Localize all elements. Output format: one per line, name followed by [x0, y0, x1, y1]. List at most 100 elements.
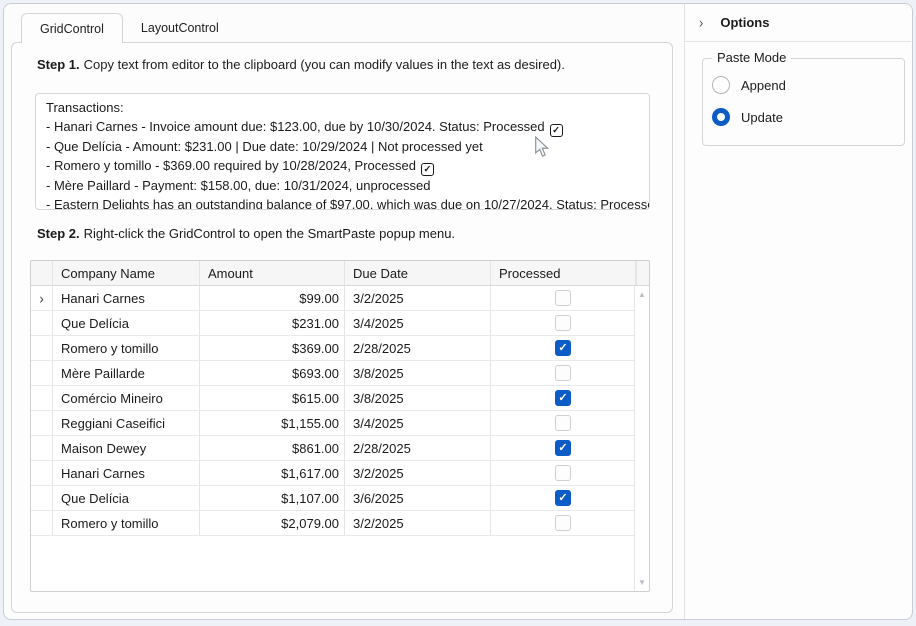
- amount-cell[interactable]: $231.00: [200, 311, 345, 335]
- table-row[interactable]: › Romero y tomillo $369.00 2/28/2025: [31, 336, 649, 361]
- amount-cell[interactable]: $1,617.00: [200, 461, 345, 485]
- processed-cell[interactable]: [491, 286, 636, 310]
- processed-cell[interactable]: [491, 461, 636, 485]
- table-row[interactable]: › Mère Paillarde $693.00 3/8/2025: [31, 361, 649, 386]
- table-row[interactable]: › Romero y tomillo $2,079.00 3/2/2025: [31, 511, 649, 536]
- column-header-company-name[interactable]: Company Name: [53, 261, 200, 285]
- processed-cell[interactable]: [491, 336, 636, 360]
- editor-line-text: - Hanari Carnes - Invoice amount due: $1…: [46, 119, 545, 134]
- due-date-cell[interactable]: 3/6/2025: [345, 486, 491, 510]
- row-indicator-cell: ›: [31, 386, 53, 410]
- company-name-cell[interactable]: Hanari Carnes: [53, 461, 200, 485]
- company-name-cell[interactable]: Comércio Mineiro: [53, 386, 200, 410]
- row-indicator-cell: ›: [31, 411, 53, 435]
- row-indicator-cell: ›: [31, 511, 53, 535]
- due-date-cell[interactable]: 3/4/2025: [345, 411, 491, 435]
- due-date-cell[interactable]: 3/2/2025: [345, 286, 491, 310]
- amount-cell[interactable]: $369.00: [200, 336, 345, 360]
- row-indicator-header: [31, 261, 53, 285]
- scroll-down-icon[interactable]: ▼: [638, 578, 646, 587]
- checked-glyph: ✓: [550, 124, 563, 137]
- due-date-cell[interactable]: 3/4/2025: [345, 311, 491, 335]
- tab-page-gridcontrol: Step 1.Copy text from editor to the clip…: [11, 42, 673, 613]
- tab-gridcontrol[interactable]: GridControl: [21, 13, 123, 43]
- company-name-cell[interactable]: Maison Dewey: [53, 436, 200, 460]
- company-name-cell[interactable]: Romero y tomillo: [53, 511, 200, 535]
- processed-checkbox[interactable]: [555, 440, 571, 456]
- editor-line: - Eastern Delights has an outstanding ba…: [46, 195, 639, 210]
- tab-layoutcontrol[interactable]: LayoutControl: [123, 13, 237, 43]
- processed-cell[interactable]: [491, 436, 636, 460]
- company-name-cell[interactable]: Que Delícia: [53, 311, 200, 335]
- company-name-cell[interactable]: Que Delícia: [53, 486, 200, 510]
- amount-cell[interactable]: $1,155.00: [200, 411, 345, 435]
- processed-checkbox[interactable]: [555, 340, 571, 356]
- grid-header-row: Company Name Amount Due Date Processed: [31, 261, 649, 286]
- mouse-cursor-icon: [534, 136, 550, 163]
- processed-cell[interactable]: [491, 511, 636, 535]
- processed-cell[interactable]: [491, 411, 636, 435]
- amount-cell[interactable]: $99.00: [200, 286, 345, 310]
- processed-checkbox[interactable]: [555, 465, 571, 481]
- amount-cell[interactable]: $1,107.00: [200, 486, 345, 510]
- company-name-cell[interactable]: Romero y tomillo: [53, 336, 200, 360]
- processed-cell[interactable]: [491, 361, 636, 385]
- options-header[interactable]: › Options: [685, 4, 911, 42]
- chevron-right-icon[interactable]: ›: [699, 14, 703, 31]
- due-date-cell[interactable]: 3/2/2025: [345, 461, 491, 485]
- amount-cell[interactable]: $861.00: [200, 436, 345, 460]
- editor-line-text: Transactions:: [46, 100, 124, 115]
- table-row[interactable]: › Reggiani Caseifici $1,155.00 3/4/2025: [31, 411, 649, 436]
- processed-checkbox[interactable]: [555, 365, 571, 381]
- table-row[interactable]: › Hanari Carnes $1,617.00 3/2/2025: [31, 461, 649, 486]
- editor-line: Transactions:✓: [46, 98, 639, 117]
- due-date-cell[interactable]: 3/8/2025: [345, 386, 491, 410]
- processed-checkbox[interactable]: [555, 390, 571, 406]
- paste-mode-radio-option[interactable]: Update: [712, 106, 904, 128]
- options-title: Options: [720, 15, 769, 30]
- table-row[interactable]: › Comércio Mineiro $615.00 3/8/2025: [31, 386, 649, 411]
- tab-strip: GridControl LayoutControl: [21, 13, 237, 43]
- grid-scrollbar[interactable]: ▲ ▼: [634, 286, 649, 591]
- row-indicator-cell: ›: [31, 286, 53, 310]
- company-name-cell[interactable]: Hanari Carnes: [53, 286, 200, 310]
- transactions-editor[interactable]: Transactions:✓- Hanari Carnes - Invoice …: [35, 93, 650, 210]
- company-name-cell[interactable]: Mère Paillarde: [53, 361, 200, 385]
- processed-checkbox[interactable]: [555, 415, 571, 431]
- step2-label: Step 2.: [37, 226, 80, 241]
- column-header-amount[interactable]: Amount: [200, 261, 345, 285]
- due-date-cell[interactable]: 3/8/2025: [345, 361, 491, 385]
- processed-cell[interactable]: [491, 311, 636, 335]
- processed-checkbox[interactable]: [555, 515, 571, 531]
- processed-cell[interactable]: [491, 386, 636, 410]
- due-date-cell[interactable]: 2/28/2025: [345, 436, 491, 460]
- paste-mode-group: Paste Mode Append Update: [702, 58, 905, 146]
- column-header-due-date[interactable]: Due Date: [345, 261, 491, 285]
- due-date-cell[interactable]: 2/28/2025: [345, 336, 491, 360]
- table-row[interactable]: › Hanari Carnes $99.00 3/2/2025: [31, 286, 649, 311]
- processed-checkbox[interactable]: [555, 290, 571, 306]
- row-indicator-cell: ›: [31, 311, 53, 335]
- paste-mode-radio-option[interactable]: Append: [712, 74, 904, 96]
- table-row[interactable]: › Que Delícia $231.00 3/4/2025: [31, 311, 649, 336]
- grid-control[interactable]: Company Name Amount Due Date Processed ›…: [30, 260, 650, 592]
- checked-glyph: ✓: [421, 163, 434, 176]
- amount-cell[interactable]: $693.00: [200, 361, 345, 385]
- amount-cell[interactable]: $615.00: [200, 386, 345, 410]
- amount-cell[interactable]: $2,079.00: [200, 511, 345, 535]
- column-header-processed[interactable]: Processed: [491, 261, 636, 285]
- scroll-up-icon[interactable]: ▲: [638, 290, 646, 299]
- due-date-cell[interactable]: 3/2/2025: [345, 511, 491, 535]
- processed-checkbox[interactable]: [555, 490, 571, 506]
- radio-label: Append: [741, 78, 786, 93]
- processed-checkbox[interactable]: [555, 315, 571, 331]
- processed-cell[interactable]: [491, 486, 636, 510]
- table-row[interactable]: › Que Delícia $1,107.00 3/6/2025: [31, 486, 649, 511]
- step2-text: Right-click the GridControl to open the …: [84, 226, 455, 241]
- paste-mode-label: Paste Mode: [712, 50, 791, 65]
- radio-icon[interactable]: [712, 76, 730, 94]
- table-row[interactable]: › Maison Dewey $861.00 2/28/2025: [31, 436, 649, 461]
- radio-icon[interactable]: [712, 108, 730, 126]
- editor-line-text: - Que Delícia - Amount: $231.00 | Due da…: [46, 139, 483, 154]
- company-name-cell[interactable]: Reggiani Caseifici: [53, 411, 200, 435]
